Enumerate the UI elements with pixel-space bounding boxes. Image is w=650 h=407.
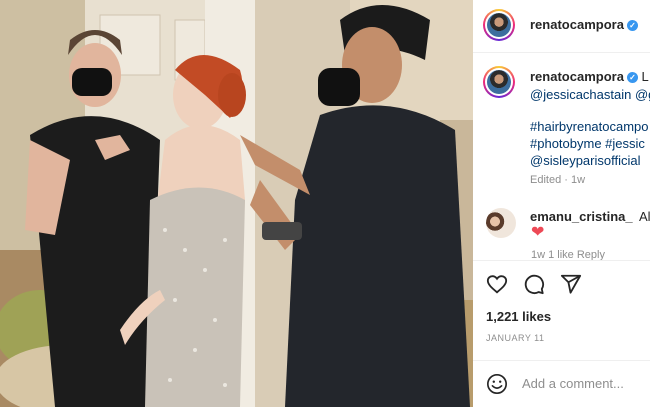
- commenter-username[interactable]: emanu_cristina_: [530, 209, 633, 224]
- caption-mentions-link[interactable]: @jessicachastain @g: [530, 87, 650, 102]
- post-date[interactable]: JANUARY 11: [486, 333, 545, 343]
- post-photo[interactable]: [0, 0, 473, 407]
- photo-illustration: [0, 0, 473, 407]
- commenter-avatar[interactable]: [486, 208, 516, 238]
- author-avatar[interactable]: [483, 9, 515, 41]
- post-side-panel: renatocampora ✓ renatocampora ✓ L @jessica…: [473, 0, 650, 407]
- comment-heart-emoji: ❤: [531, 224, 545, 241]
- post-header: renatocampora ✓: [473, 0, 650, 53]
- comment-text: Alw: [639, 209, 650, 224]
- emoji-icon[interactable]: [486, 373, 508, 395]
- post-actions-bar: [473, 260, 650, 307]
- caption-hashtag-link[interactable]: #hairbyrenatocampo: [530, 119, 649, 134]
- verified-badge-icon: ✓: [626, 20, 638, 31]
- caption-edited-label: Edited · 1w: [530, 174, 586, 186]
- caption-hashtags-link[interactable]: #photobyme #jessic: [530, 136, 645, 151]
- verified-badge-icon: ✓: [626, 72, 638, 83]
- comment-icon[interactable]: [523, 273, 545, 295]
- heart-icon[interactable]: [486, 273, 508, 295]
- caption-mention-link[interactable]: @sisleyparisofficial: [530, 153, 641, 168]
- caption-first-line: renatocampora ✓ L: [530, 69, 649, 84]
- share-icon[interactable]: [560, 273, 582, 295]
- caption-author-avatar[interactable]: [483, 66, 515, 98]
- caption-author-username[interactable]: renatocampora ✓: [530, 69, 638, 84]
- caption-text-start: L: [641, 69, 649, 84]
- add-comment-bar: Add a comment...: [473, 360, 650, 407]
- add-comment-input[interactable]: Add a comment...: [522, 376, 624, 391]
- likes-count[interactable]: 1,221 likes: [486, 309, 551, 324]
- author-username[interactable]: renatocampora ✓: [530, 17, 638, 32]
